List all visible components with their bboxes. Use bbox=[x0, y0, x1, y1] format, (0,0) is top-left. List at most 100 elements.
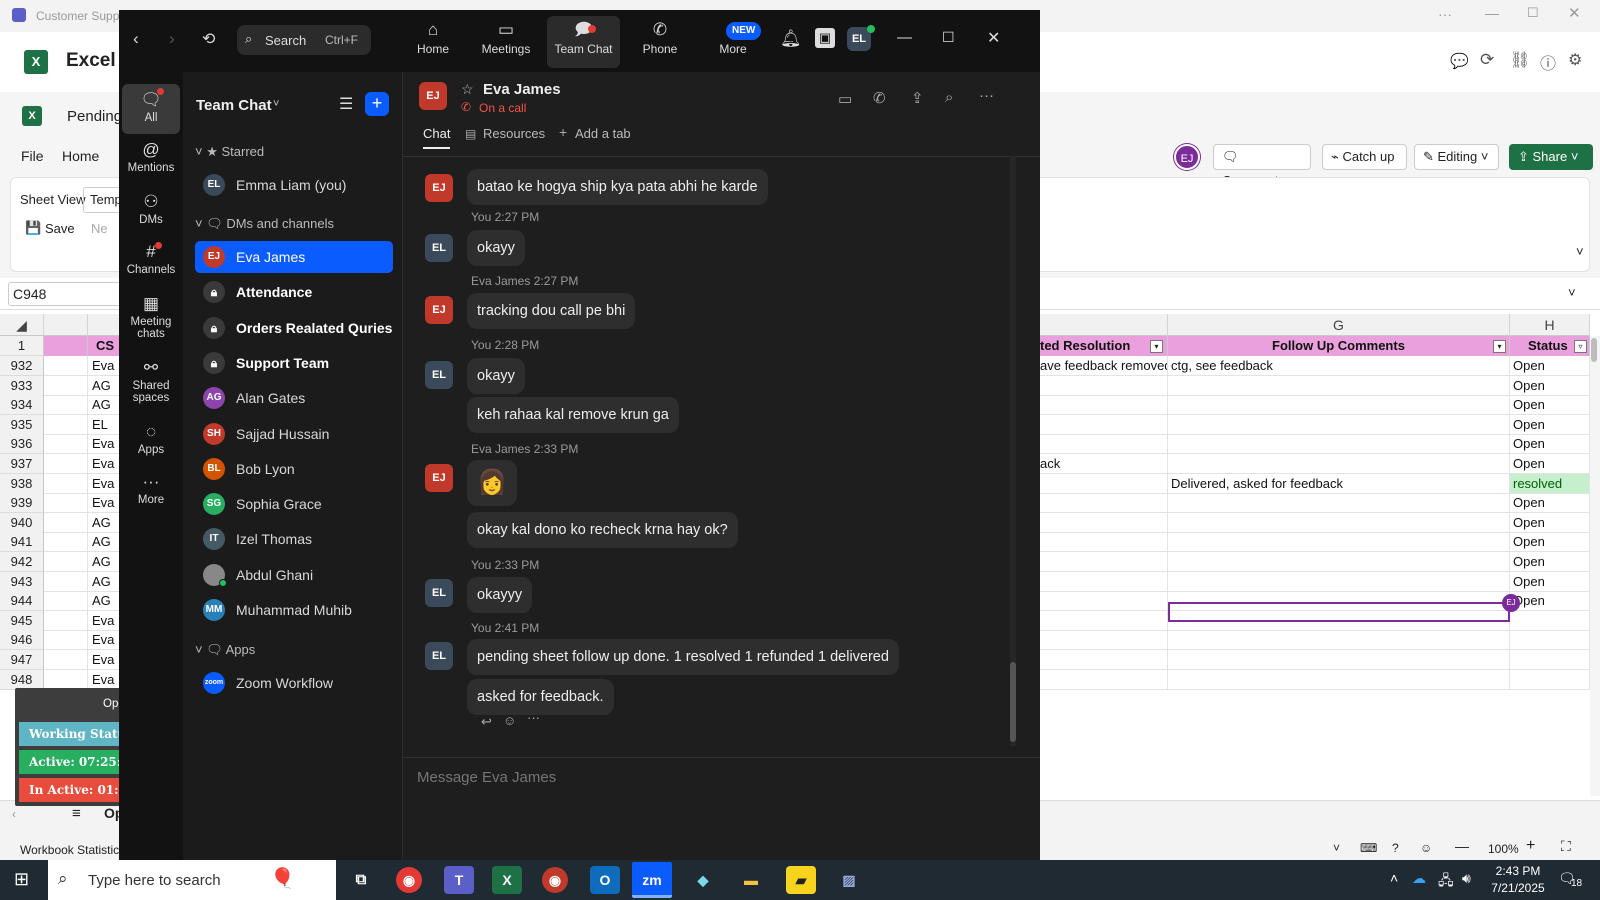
chat-tab-chat[interactable]: Chat bbox=[423, 126, 451, 149]
rail-all[interactable]: 🗨︎ All bbox=[122, 84, 180, 134]
help-icon[interactable]: ? bbox=[1392, 841, 1399, 855]
zoom-out-icon[interactable]: — bbox=[1455, 838, 1469, 854]
table-cell-cs[interactable]: Eva bbox=[88, 356, 120, 376]
message-bubble[interactable]: okayy bbox=[467, 358, 525, 394]
table-cell-followup[interactable] bbox=[1168, 434, 1510, 455]
table-cell-cs[interactable]: Eva bbox=[88, 610, 120, 631]
table-cell-followup[interactable] bbox=[1168, 630, 1510, 651]
table-cell[interactable] bbox=[44, 630, 88, 651]
table-cell[interactable] bbox=[44, 552, 88, 572]
table-cell-resolution[interactable] bbox=[1040, 610, 1168, 631]
tab-team-chat[interactable]: 🗩 Team Chat bbox=[547, 16, 620, 68]
row-header[interactable]: 942 bbox=[0, 552, 44, 572]
save-label[interactable]: Save bbox=[45, 221, 75, 236]
save-icon[interactable]: 💾 bbox=[25, 220, 41, 236]
tab-home[interactable]: ⌂ Home bbox=[397, 16, 469, 68]
table-cell-status[interactable]: Open bbox=[1510, 512, 1590, 533]
sidebar-item[interactable]: EJ Eva James bbox=[195, 241, 393, 273]
catchup-button[interactable]: ⌁ Catch up bbox=[1322, 144, 1407, 170]
rail-meeting-chats[interactable]: ▦ Meeting chats bbox=[122, 292, 180, 340]
maximize-icon[interactable]: ☐ bbox=[942, 29, 955, 46]
table-cell[interactable] bbox=[44, 454, 88, 474]
table-cell-followup[interactable] bbox=[1168, 650, 1510, 670]
sidebar-item[interactable]: SG Sophia Grace bbox=[195, 488, 393, 520]
message-bubble[interactable]: batao ke hogya ship kya pata abhi he kar… bbox=[467, 169, 768, 205]
row-header[interactable]: 943 bbox=[0, 571, 44, 592]
row-header[interactable]: 934 bbox=[0, 395, 44, 416]
ribbon-collapse-icon[interactable]: ˅ bbox=[1576, 244, 1584, 259]
chevron-down-icon[interactable]: ˅ bbox=[273, 98, 279, 110]
table-cell-cs[interactable]: AG bbox=[88, 532, 120, 553]
row-header[interactable]: 939 bbox=[0, 493, 44, 514]
table-cell-resolution[interactable] bbox=[1040, 630, 1168, 651]
back-icon[interactable]: ‹ bbox=[133, 29, 139, 49]
table-cell-resolution[interactable] bbox=[1040, 434, 1168, 455]
file-explorer-icon[interactable]: ▬ bbox=[736, 866, 766, 894]
table-cell[interactable] bbox=[44, 571, 88, 592]
clock-date[interactable]: 7/21/2025 bbox=[1484, 881, 1552, 895]
close-icon[interactable]: ✕ bbox=[987, 28, 1000, 48]
sidebar-item[interactable]: MM Muhammad Muhib bbox=[195, 594, 393, 626]
feedback-icon[interactable]: ☺ bbox=[1420, 841, 1432, 855]
table-cell-cs[interactable]: AG bbox=[88, 395, 120, 416]
message-avatar[interactable]: EJ bbox=[425, 296, 453, 324]
table-cell-status[interactable] bbox=[1510, 630, 1590, 651]
table-cell-cs[interactable]: Eva bbox=[88, 473, 120, 494]
sidebar-item[interactable]: AG Alan Gates bbox=[195, 382, 393, 414]
row-header[interactable]: 937 bbox=[0, 454, 44, 474]
workbook-statistics[interactable]: Workbook Statistic bbox=[20, 843, 119, 857]
message-bubble[interactable]: tracking dou call pe bhi bbox=[467, 293, 636, 329]
table-cell-status[interactable]: Open bbox=[1510, 395, 1590, 416]
table-cell-resolution[interactable] bbox=[1040, 512, 1168, 533]
sidebar-item[interactable]: IT Izel Thomas bbox=[195, 523, 393, 555]
sheet-prev-icon[interactable]: ‹ bbox=[12, 807, 16, 821]
message-avatar[interactable]: EL bbox=[425, 642, 453, 670]
excel-icon[interactable]: X bbox=[492, 866, 522, 894]
table-cell-resolution[interactable] bbox=[1040, 532, 1168, 553]
video-call-icon[interactable]: ▭ bbox=[838, 90, 852, 108]
table-cell[interactable] bbox=[44, 434, 88, 455]
message-avatar[interactable]: EL bbox=[425, 361, 453, 389]
forward-icon[interactable]: › bbox=[169, 29, 175, 49]
row-header[interactable]: 944 bbox=[0, 591, 44, 612]
more-dots-icon[interactable]: ··· bbox=[979, 87, 994, 104]
share-screen-icon[interactable]: ⇪ bbox=[911, 89, 924, 107]
table-cell-resolution[interactable]: ave feedback removed bbox=[1040, 356, 1168, 376]
table-cell-resolution[interactable] bbox=[1040, 493, 1168, 514]
table-cell-status[interactable]: Open bbox=[1510, 532, 1590, 553]
table-cell-status[interactable]: Open bbox=[1510, 356, 1590, 376]
table-cell-cs[interactable]: Eva bbox=[88, 434, 120, 455]
vertical-scroll-thumb[interactable] bbox=[1591, 338, 1597, 362]
row-header[interactable]: 945 bbox=[0, 610, 44, 631]
table-cell-status[interactable]: Open bbox=[1510, 375, 1590, 396]
table-cell[interactable] bbox=[44, 512, 88, 533]
star-icon[interactable]: ☆ bbox=[461, 81, 474, 98]
table-cell-status[interactable]: Open bbox=[1510, 591, 1590, 612]
all-sheets-icon[interactable]: ≡ bbox=[72, 805, 81, 822]
table-cell-cs[interactable]: AG bbox=[88, 552, 120, 572]
taskbar-search-box[interactable]: ⌕ Type here to search 🎈 bbox=[48, 860, 336, 900]
table-cell-followup[interactable]: ctg, see feedback bbox=[1168, 356, 1510, 376]
table-cell-followup[interactable]: Delivered, asked for feedback bbox=[1168, 473, 1510, 494]
phone-call-icon[interactable]: ✆ bbox=[873, 89, 886, 107]
row-header[interactable]: 935 bbox=[0, 414, 44, 435]
table-cell[interactable] bbox=[44, 532, 88, 553]
table-cell-resolution[interactable] bbox=[1040, 375, 1168, 396]
tray-chevron-icon[interactable]: ˄ bbox=[1390, 870, 1398, 886]
table-cell[interactable] bbox=[44, 473, 88, 494]
table-cell[interactable] bbox=[44, 356, 88, 376]
row-header[interactable]: 946 bbox=[0, 630, 44, 651]
list-title[interactable]: Team Chat bbox=[196, 97, 272, 114]
share-button[interactable]: ⇪ Share ˅ bbox=[1509, 144, 1593, 170]
network-icon[interactable]: 🖧 bbox=[1438, 870, 1454, 894]
outlook-icon[interactable]: O bbox=[590, 866, 620, 894]
table-cell-followup[interactable] bbox=[1168, 552, 1510, 572]
zoom-in-icon[interactable]: + bbox=[1526, 837, 1535, 855]
column-header-b[interactable] bbox=[88, 314, 120, 336]
sticky-notes-icon[interactable]: ▰ bbox=[786, 866, 816, 894]
message-bubble[interactable]: okayy bbox=[467, 230, 525, 266]
tab-phone[interactable]: ✆ Phone bbox=[624, 16, 696, 68]
task-view-icon[interactable]: ⧉ bbox=[346, 866, 376, 894]
row-header[interactable]: 938 bbox=[0, 473, 44, 494]
message-bubble[interactable]: 👩 bbox=[467, 460, 517, 506]
